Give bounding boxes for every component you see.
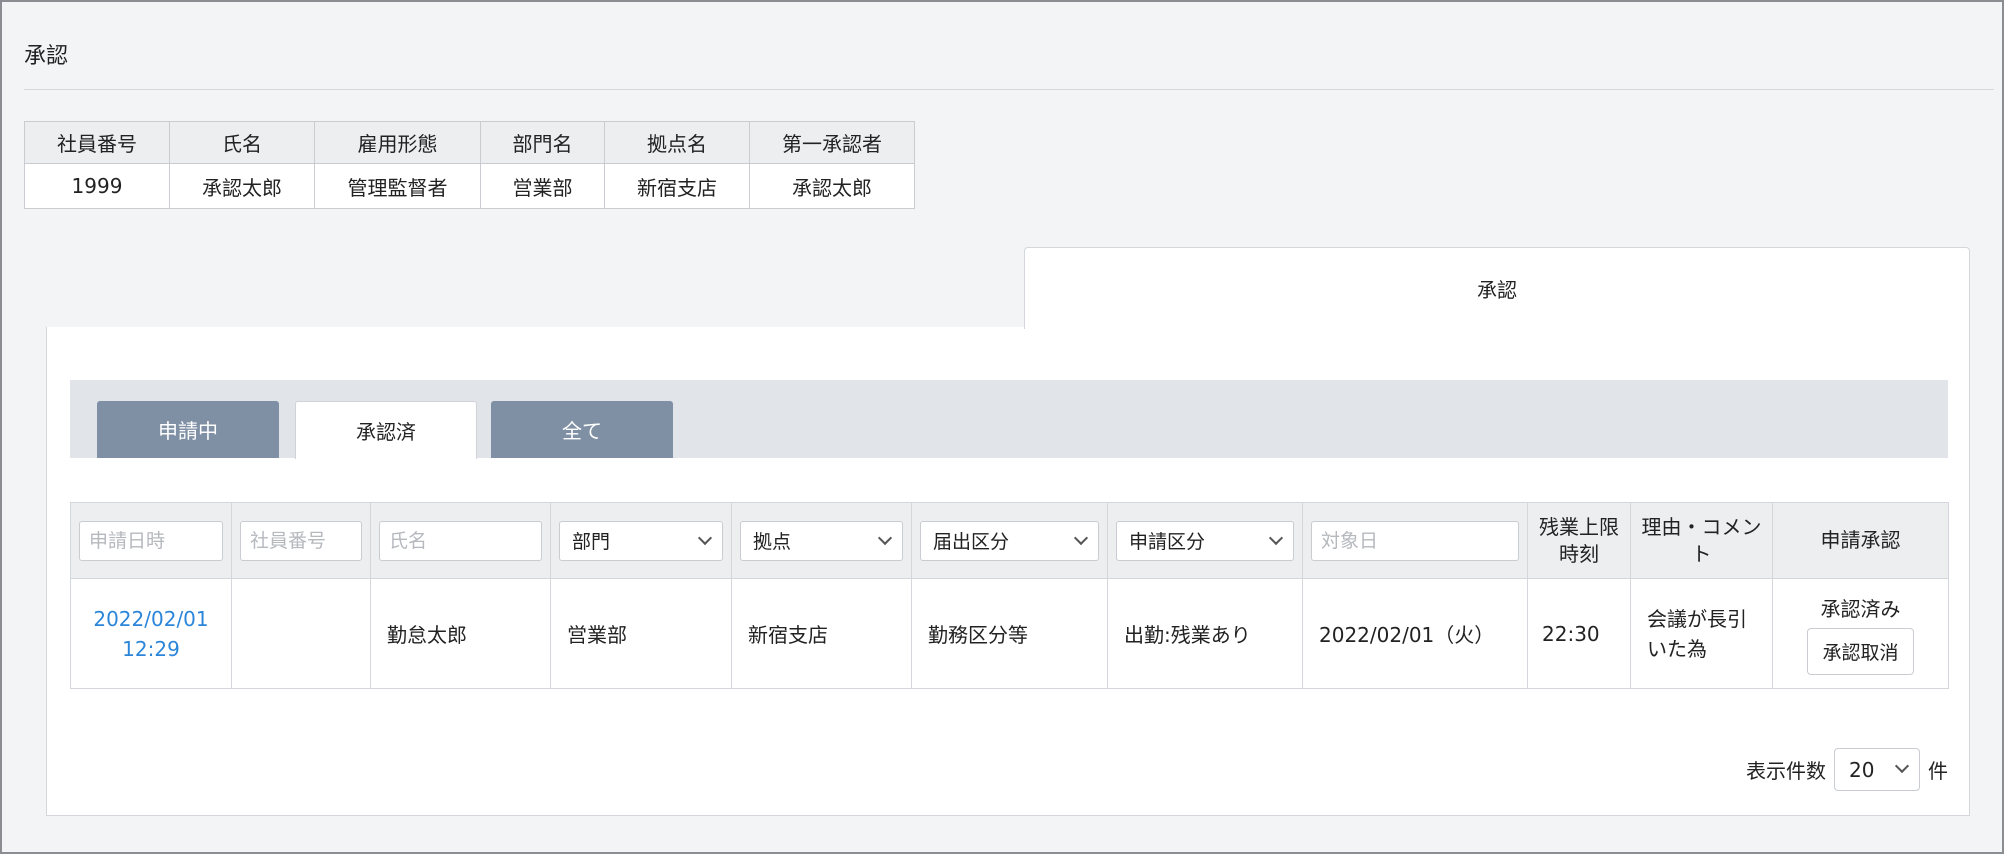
row-notice-type: 勤務区分等	[911, 578, 1108, 689]
row-emp-no	[231, 578, 371, 689]
chevron-down-icon	[877, 530, 893, 545]
employee-info-table: 社員番号 氏名 雇用形態 部門名 拠点名 第一承認者 1999 承認太郎 管理監…	[24, 121, 915, 209]
page-size-select[interactable]: 20	[1834, 748, 1920, 791]
employee-info-value-row: 1999 承認太郎 管理監督者 営業部 新宿支店 承認太郎	[24, 163, 915, 209]
approval-status: 承認済み	[1820, 596, 1901, 621]
filter-dept-select[interactable]: 部門	[559, 520, 723, 561]
subtab-all-label: 全て	[562, 419, 602, 443]
employee-info-header-row: 社員番号 氏名 雇用形態 部門名 拠点名 第一承認者	[24, 121, 915, 164]
subtab-pending-label: 申請中	[158, 419, 218, 443]
subtab-all[interactable]: 全て	[491, 401, 673, 458]
chevron-down-icon	[1894, 758, 1910, 774]
filter-cell-site: 拠点	[731, 502, 912, 579]
row-reason: 会議が長引いた為	[1630, 578, 1773, 689]
employee-header-employment-type: 雇用形態	[314, 121, 481, 164]
employee-header-site: 拠点名	[604, 121, 750, 164]
row-approval-cell: 承認済み 承認取消	[1772, 578, 1949, 689]
table-row: 2022/02/01 12:29 勤怠太郎 営業部 新宿支店 勤務区分等 出勤:…	[70, 578, 1949, 689]
employee-first-approver: 承認太郎	[749, 163, 915, 209]
approval-table-header-row: 部門 拠点 届出区分 申請区分 残業上限時刻	[70, 502, 1949, 579]
row-name: 勤怠太郎	[370, 578, 551, 689]
chevron-down-icon	[697, 530, 713, 545]
approval-table: 部門 拠点 届出区分 申請区分 残業上限時刻	[70, 502, 1949, 689]
employee-emp-no: 1999	[24, 163, 170, 209]
page-size-control: 表示件数 20 件	[1746, 748, 1948, 791]
subtab-pending[interactable]: 申請中	[97, 401, 279, 458]
employee-header-emp-no: 社員番号	[24, 121, 170, 164]
employee-header-name: 氏名	[169, 121, 315, 164]
filter-cell-name	[370, 502, 551, 579]
column-header-overtime-limit-label: 残業上限時刻	[1539, 514, 1619, 566]
application-time: 12:29	[122, 636, 180, 661]
column-header-approval-label: 申請承認	[1820, 528, 1901, 552]
filter-date-input[interactable]	[79, 520, 223, 561]
employee-employment-type: 管理監督者	[314, 163, 481, 209]
chevron-down-icon	[1073, 530, 1089, 545]
filter-emp-no-input[interactable]	[240, 520, 362, 561]
filter-cell-target-date	[1302, 502, 1528, 579]
employee-name: 承認太郎	[169, 163, 315, 209]
tab-approval-label: 承認	[1477, 278, 1517, 302]
filter-cell-app-type: 申請区分	[1107, 502, 1303, 579]
subtab-approved-label: 承認済	[356, 420, 416, 444]
filter-cell-notice-type: 届出区分	[911, 502, 1108, 579]
employee-site: 新宿支店	[604, 163, 750, 209]
row-site: 新宿支店	[731, 578, 912, 689]
filter-target-date-input[interactable]	[1311, 520, 1519, 561]
row-target-date: 2022/02/01（火）	[1302, 578, 1528, 689]
page-size-unit: 件	[1928, 759, 1948, 783]
row-date-cell: 2022/02/01 12:29	[70, 578, 232, 689]
row-dept: 営業部	[550, 578, 732, 689]
employee-header-first-approver: 第一承認者	[749, 121, 915, 164]
filter-cell-emp-no	[231, 502, 371, 579]
filter-app-type-select[interactable]: 申請区分	[1116, 520, 1294, 561]
page-size-label: 表示件数	[1746, 759, 1826, 783]
filter-notice-type-select[interactable]: 届出区分	[920, 520, 1099, 561]
filter-cell-dept: 部門	[550, 502, 732, 579]
page-title: 承認	[24, 44, 69, 69]
chevron-down-icon	[1268, 530, 1284, 545]
application-date-link[interactable]: 2022/02/01 12:29	[79, 604, 223, 664]
row-overtime-limit: 22:30	[1527, 578, 1631, 689]
filter-name-input[interactable]	[379, 520, 542, 561]
column-header-overtime-limit: 残業上限時刻	[1527, 502, 1631, 579]
cancel-approval-button[interactable]: 承認取消	[1807, 627, 1914, 675]
tab-connector	[1025, 325, 1969, 331]
filter-dept-label: 部門	[572, 531, 611, 553]
column-header-reason-label: 理由・コメント	[1641, 514, 1762, 566]
filter-cell-date	[70, 502, 232, 579]
filter-notice-type-label: 届出区分	[933, 531, 1010, 553]
row-app-type: 出勤:残業あり	[1107, 578, 1303, 689]
employee-header-dept: 部門名	[480, 121, 605, 164]
application-date: 2022/02/01	[93, 606, 209, 631]
page-size-value: 20	[1849, 757, 1875, 782]
filter-app-type-label: 申請区分	[1129, 531, 1206, 553]
column-header-approval: 申請承認	[1772, 502, 1949, 579]
filter-site-select[interactable]: 拠点	[740, 520, 903, 561]
filter-site-label: 拠点	[753, 531, 792, 553]
tab-approval[interactable]: 承認	[1024, 247, 1970, 329]
title-divider	[24, 89, 1994, 90]
column-header-reason: 理由・コメント	[1630, 502, 1773, 579]
employee-dept: 営業部	[480, 163, 605, 209]
subtab-approved[interactable]: 承認済	[295, 401, 477, 459]
